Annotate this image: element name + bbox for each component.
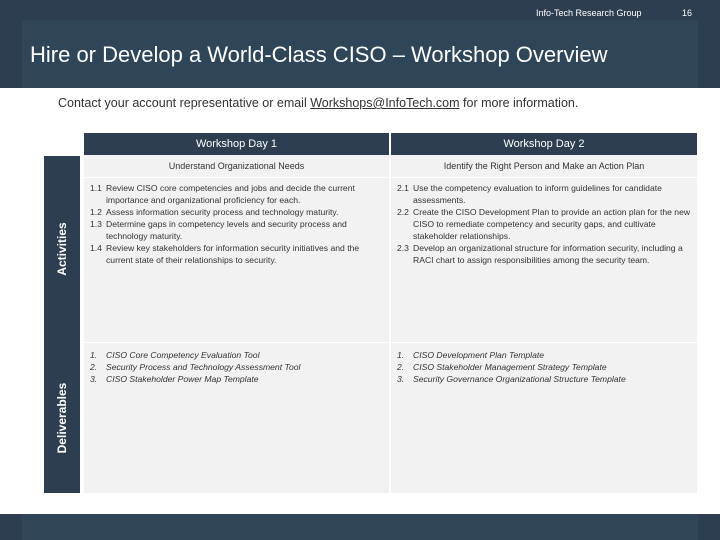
deliverables-sidebar: Deliverables bbox=[44, 342, 80, 493]
day1-activities-cell: 1.1 Review CISO core competencies and job… bbox=[84, 178, 389, 342]
list-item: 1.4 Review key stakeholders for informati… bbox=[90, 243, 360, 265]
list-item: 3. Security Governance Organizational Str… bbox=[397, 374, 626, 384]
contact-prefix: Contact your account representative or e… bbox=[58, 96, 311, 110]
page-number: 16 bbox=[682, 8, 693, 18]
list-item: 2. CISO Stakeholder Management Strategy T… bbox=[397, 362, 607, 372]
page-title: Hire or Develop a World-Class CISO – Wor… bbox=[30, 42, 608, 67]
day1-subtitle: Understand Organizational Needs bbox=[84, 155, 389, 177]
day2-activities-list: 2.1 Use the competency evaluation to info… bbox=[391, 178, 697, 266]
list-item: 2.3 Develop an organizational structure f… bbox=[397, 243, 683, 265]
contact-line: Contact your account representative or e… bbox=[58, 96, 578, 110]
workshops-email-link[interactable]: Workshops@InfoTech.com bbox=[310, 96, 459, 110]
footer-bar bbox=[0, 514, 720, 540]
activities-sidebar: Activities bbox=[44, 156, 80, 342]
day1-deliverables-cell: 1. CISO Core Competency Evaluation Tool 2… bbox=[84, 343, 389, 493]
contact-suffix: for more information. bbox=[459, 96, 579, 110]
activities-label: Activities bbox=[55, 222, 69, 276]
list-item: 2.1 Use the competency evaluation to info… bbox=[397, 183, 662, 205]
day1-header: Workshop Day 1 bbox=[84, 133, 389, 155]
day2-deliverables-cell: 1. CISO Development Plan Template 2. CISO … bbox=[391, 343, 697, 493]
day1-activities-list: 1.1 Review CISO core competencies and job… bbox=[84, 178, 389, 266]
list-item: 1. CISO Core Competency Evaluation Tool bbox=[90, 350, 260, 360]
day1-deliverables-list: 1. CISO Core Competency Evaluation Tool 2… bbox=[84, 343, 389, 385]
day2-header: Workshop Day 2 bbox=[391, 133, 697, 155]
list-item: 1. CISO Development Plan Template bbox=[397, 350, 545, 360]
list-item: 3. CISO Stakeholder Power Map Template bbox=[90, 374, 259, 384]
footer-brand: Info-Tech Research Group bbox=[536, 8, 642, 18]
list-item: 1.2 Assess information security process a… bbox=[90, 207, 339, 217]
day2-activities-cell: 2.1 Use the competency evaluation to info… bbox=[391, 178, 697, 342]
list-item: 2.2 Create the CISO Development Plan to p… bbox=[397, 207, 691, 241]
list-item: 1.3 Determine gaps in competency levels a… bbox=[90, 219, 347, 241]
day2-deliverables-list: 1. CISO Development Plan Template 2. CISO … bbox=[391, 343, 697, 385]
day2-subtitle: Identify the Right Person and Make an Ac… bbox=[391, 155, 697, 177]
deliverables-label: Deliverables bbox=[55, 382, 69, 453]
footer-panel bbox=[22, 514, 698, 540]
list-item: 1.1 Review CISO core competencies and job… bbox=[90, 183, 355, 205]
list-item: 2. Security Process and Technology Assess… bbox=[90, 362, 301, 372]
